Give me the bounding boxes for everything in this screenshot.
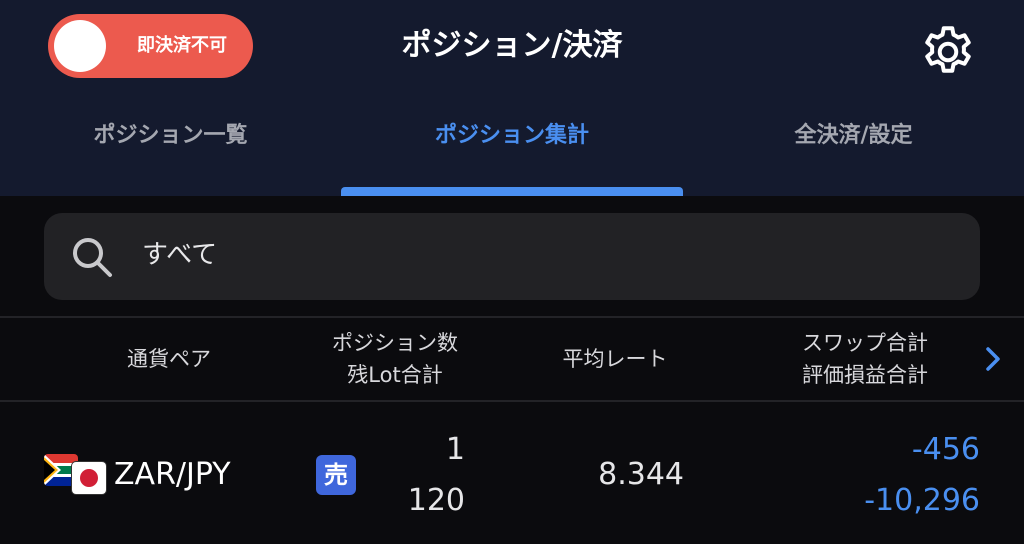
sell-side-badge: 売 (316, 455, 356, 495)
toggle-label: 即決済不可 (137, 35, 227, 56)
swap-total-value: -456 (911, 432, 980, 467)
column-header-remaining-lots: 残Lot合計 (347, 363, 443, 387)
position-count-value: 1 (445, 432, 465, 467)
divider (0, 400, 1024, 402)
toggle-knob (54, 20, 106, 72)
valuation-total-value: -10,296 (864, 483, 980, 518)
gear-icon[interactable] (918, 22, 978, 82)
currency-filter-search[interactable]: すべて (44, 213, 980, 300)
instant-settlement-toggle[interactable]: 即決済不可 (48, 14, 253, 78)
chevron-right-icon[interactable] (982, 343, 1004, 375)
column-header-valuation-total: 評価損益合計 (802, 363, 928, 387)
tab-position-list[interactable]: ポジション一覧 (0, 108, 341, 164)
average-rate-value: 8.344 (598, 457, 684, 492)
remaining-lots-value: 120 (407, 483, 465, 518)
column-header-swap-total: スワップ合計 (802, 331, 928, 355)
japan-flag-icon (72, 462, 106, 494)
currency-pair-label: ZAR/JPY (114, 457, 231, 492)
tab-position-summary[interactable]: ポジション集計 (341, 108, 683, 164)
page-title: ポジション/決済 (401, 28, 623, 63)
column-header-pair: 通貨ペア (127, 347, 211, 371)
search-icon (73, 238, 112, 277)
search-input-value[interactable]: すべて (142, 213, 217, 300)
app-header: 即決済不可 ポジション/決済 ポジション一覧 ポジション集計 全決済/設定 (0, 0, 1024, 196)
japan-flag-sun (80, 469, 98, 487)
column-header-position-count: ポジション数 (332, 331, 458, 355)
divider (0, 316, 1024, 318)
tab-settle-all-settings[interactable]: 全決済/設定 (683, 108, 1024, 164)
column-header-average-rate: 平均レート (562, 347, 668, 371)
active-tab-indicator (341, 187, 683, 196)
